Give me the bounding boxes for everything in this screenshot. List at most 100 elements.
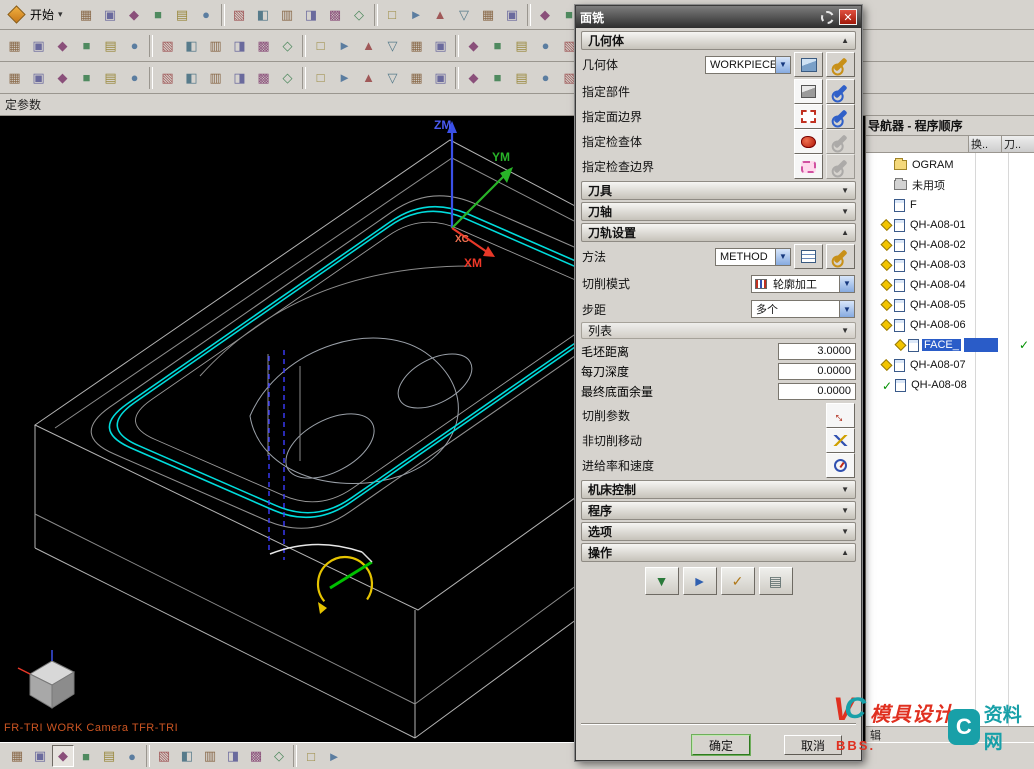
row3-toolbar-icon-20[interactable]: ■ xyxy=(486,66,509,89)
column-header-toolchange[interactable]: 换.. xyxy=(968,136,1001,152)
row2-toolbar-icon-22[interactable]: ● xyxy=(534,34,557,57)
edit-face-boundary-button[interactable] xyxy=(826,104,855,129)
row3-toolbar-icon-16[interactable]: ▽ xyxy=(381,66,404,89)
row1-toolbar-icon-1[interactable]: ▦ xyxy=(75,3,98,26)
毛坯距离-input[interactable] xyxy=(778,343,856,360)
row3-toolbar-icon-4[interactable]: ■ xyxy=(75,66,98,89)
section-geometry[interactable]: 几何体 ▲ xyxy=(581,31,856,50)
row3-toolbar-icon-21[interactable]: ▤ xyxy=(510,66,533,89)
row2-toolbar-icon-13[interactable]: □ xyxy=(309,34,332,57)
row3-toolbar-icon-22[interactable]: ● xyxy=(534,66,557,89)
combo-arrow-icon[interactable]: ▼ xyxy=(839,301,854,317)
row2-toolbar-icon-1[interactable]: ▦ xyxy=(3,34,26,57)
gear-icon[interactable] xyxy=(821,11,834,24)
row3-toolbar-icon-2[interactable]: ▣ xyxy=(27,66,50,89)
method-combo[interactable]: METHOD ▼ xyxy=(715,248,791,266)
row1-toolbar-icon-8[interactable]: ◧ xyxy=(252,3,275,26)
row2-toolbar-icon-3[interactable]: ◆ xyxy=(51,34,74,57)
row2-toolbar-icon-5[interactable]: ▤ xyxy=(99,34,122,57)
workpiece-button[interactable] xyxy=(794,52,823,77)
tree-item-face_[interactable]: FACE_✓ xyxy=(866,335,1034,355)
geometry-combo[interactable]: WORKPIECE ▼ xyxy=(705,56,791,74)
bottom-toolbar-icon-10[interactable]: ◨ xyxy=(222,745,244,767)
part-body-button[interactable] xyxy=(794,79,823,104)
section-machine-control[interactable]: 机床控制 ▼ xyxy=(581,480,856,499)
stepover-combo[interactable]: 多个 ▼ xyxy=(751,300,855,318)
orient-cube[interactable] xyxy=(18,650,74,708)
row3-toolbar-icon-3[interactable]: ◆ xyxy=(51,66,74,89)
section-path-settings[interactable]: 刀轨设置 ▲ xyxy=(581,223,856,242)
bottom-toolbar-icon-5[interactable]: ▤ xyxy=(98,745,120,767)
row3-toolbar-icon-13[interactable]: □ xyxy=(309,66,332,89)
cut-mode-combo[interactable]: 轮廓加工 ▼ xyxy=(751,275,855,293)
row1-toolbar-icon-7[interactable]: ▧ xyxy=(228,3,251,26)
row2-toolbar-icon-7[interactable]: ▧ xyxy=(156,34,179,57)
最终底面余量-input[interactable] xyxy=(778,383,856,400)
row1-toolbar-icon-9[interactable]: ▥ xyxy=(276,3,299,26)
row2-toolbar-icon-11[interactable]: ▩ xyxy=(252,34,275,57)
edit-method-button[interactable] xyxy=(826,244,855,269)
row1-toolbar-icon-16[interactable]: ▽ xyxy=(453,3,476,26)
tree-item-ogram[interactable]: OGRAM xyxy=(866,155,1034,175)
tree-item-qh-a08-07[interactable]: QH-A08-07 xyxy=(866,355,1034,375)
verify-toolpath-button[interactable]: ✓ xyxy=(721,567,755,595)
row1-toolbar-icon-14[interactable]: ► xyxy=(405,3,428,26)
tree-item-qh-a08-06[interactable]: QH-A08-06 xyxy=(866,315,1034,335)
start-menu-button[interactable]: 开始 ▾ xyxy=(3,4,70,25)
row3-toolbar-icon-6[interactable]: ● xyxy=(123,66,146,89)
row3-toolbar-icon-18[interactable]: ▣ xyxy=(429,66,452,89)
row3-toolbar-icon-15[interactable]: ▲ xyxy=(357,66,380,89)
check-boundary-button[interactable] xyxy=(794,154,823,179)
row2-toolbar-icon-17[interactable]: ▦ xyxy=(405,34,428,57)
non-cut-moves-button[interactable] xyxy=(826,428,855,453)
combo-arrow-icon[interactable]: ▼ xyxy=(775,57,790,73)
combo-arrow-icon[interactable]: ▼ xyxy=(775,249,790,265)
row2-toolbar-icon-12[interactable]: ◇ xyxy=(276,34,299,57)
row2-toolbar-icon-4[interactable]: ■ xyxy=(75,34,98,57)
section-tool[interactable]: 刀具 ▼ xyxy=(581,181,856,200)
section-tool-axis[interactable]: 刀轴 ▼ xyxy=(581,202,856,221)
row3-toolbar-icon-9[interactable]: ▥ xyxy=(204,66,227,89)
row2-toolbar-icon-21[interactable]: ▤ xyxy=(510,34,533,57)
ok-button[interactable]: 确定 xyxy=(692,735,750,755)
row2-toolbar-icon-15[interactable]: ▲ xyxy=(357,34,380,57)
row3-toolbar-icon-17[interactable]: ▦ xyxy=(405,66,428,89)
bottom-toolbar-icon-13[interactable]: □ xyxy=(300,745,322,767)
row1-toolbar-icon-5[interactable]: ▤ xyxy=(171,3,194,26)
tree-item-未用项[interactable]: 未用项 xyxy=(866,175,1034,195)
row2-toolbar-icon-18[interactable]: ▣ xyxy=(429,34,452,57)
row3-toolbar-icon-14[interactable]: ► xyxy=(333,66,356,89)
edit-check-boundary-button[interactable] xyxy=(826,154,855,179)
bottom-toolbar-icon-11[interactable]: ▩ xyxy=(245,745,267,767)
row2-toolbar-icon-20[interactable]: ■ xyxy=(486,34,509,57)
feeds-speeds-button[interactable] xyxy=(826,453,855,478)
combo-arrow-icon[interactable]: ▼ xyxy=(839,276,854,292)
row2-toolbar-icon-6[interactable]: ● xyxy=(123,34,146,57)
bottom-toolbar-icon-1[interactable]: ▦ xyxy=(6,745,28,767)
row1-toolbar-icon-2[interactable]: ▣ xyxy=(99,3,122,26)
method-table-button[interactable] xyxy=(794,244,823,269)
bottom-toolbar-icon-7[interactable]: ▧ xyxy=(153,745,175,767)
row3-toolbar-icon-8[interactable]: ◧ xyxy=(180,66,203,89)
row2-toolbar-icon-2[interactable]: ▣ xyxy=(27,34,50,57)
row1-toolbar-icon-17[interactable]: ▦ xyxy=(477,3,500,26)
tree-item-qh-a08-03[interactable]: QH-A08-03 xyxy=(866,255,1034,275)
row1-toolbar-icon-19[interactable]: ◆ xyxy=(534,3,557,26)
bottom-toolbar-icon-2[interactable]: ▣ xyxy=(29,745,51,767)
row2-toolbar-icon-19[interactable]: ◆ xyxy=(462,34,485,57)
row2-toolbar-icon-8[interactable]: ◧ xyxy=(180,34,203,57)
row2-toolbar-icon-9[interactable]: ▥ xyxy=(204,34,227,57)
bottom-toolbar-icon-3[interactable]: ◆ xyxy=(52,745,74,767)
section-actions[interactable]: 操作 ▲ xyxy=(581,543,856,562)
dialog-titlebar[interactable]: 面铣 ✕ xyxy=(576,6,861,28)
section-options[interactable]: 选项 ▼ xyxy=(581,522,856,541)
edit-geometry-button[interactable] xyxy=(826,52,855,77)
bottom-toolbar-icon-4[interactable]: ■ xyxy=(75,745,97,767)
edit-part-body-button[interactable] xyxy=(826,79,855,104)
section-program[interactable]: 程序 ▼ xyxy=(581,501,856,520)
check-body-button[interactable] xyxy=(794,129,823,154)
edit-check-body-button[interactable] xyxy=(826,129,855,154)
tree-item-qh-a08-08[interactable]: ✓QH-A08-08 xyxy=(866,375,1034,395)
tree-item-qh-a08-02[interactable]: QH-A08-02 xyxy=(866,235,1034,255)
tree-item-f[interactable]: F xyxy=(866,195,1034,215)
